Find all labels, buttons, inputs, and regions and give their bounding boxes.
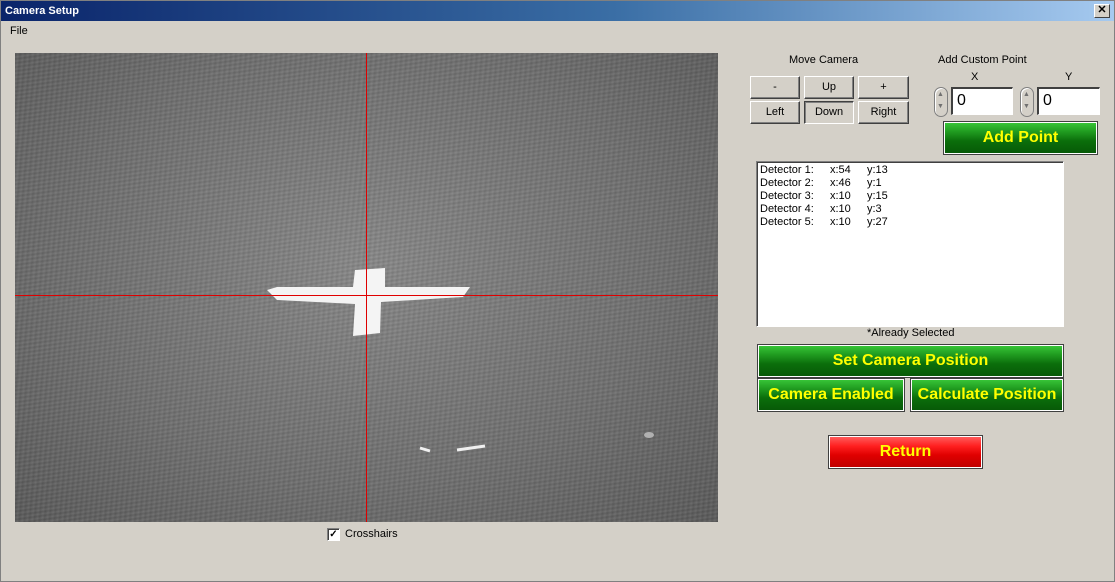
x-spinner[interactable]: ▲ ▼ — [934, 87, 948, 117]
move-up-button[interactable]: Up — [804, 76, 854, 99]
spin-up-icon[interactable]: ▲ — [1023, 91, 1030, 98]
crosshairs-toggle[interactable]: ✓ Crosshairs — [327, 527, 398, 541]
zoom-in-button[interactable]: + — [858, 76, 909, 99]
y-input[interactable]: 0 — [1037, 87, 1100, 115]
list-item[interactable]: Detector 5: x:10 y:27 — [760, 216, 1060, 229]
title-bar: Camera Setup ✕ — [1, 1, 1114, 21]
move-down-button[interactable]: Down — [804, 101, 854, 124]
calculate-position-button[interactable]: Calculate Position — [910, 378, 1064, 412]
crosshairs-label: Crosshairs — [345, 528, 398, 540]
camera-enabled-button[interactable]: Camera Enabled — [757, 378, 905, 412]
crosshair-horizontal — [15, 295, 718, 296]
move-right-button[interactable]: Right — [858, 101, 909, 124]
already-selected-note: *Already Selected — [867, 327, 955, 339]
menu-bar: File — [1, 22, 1114, 40]
crosshair-vertical — [366, 53, 367, 522]
camera-feed[interactable] — [15, 53, 718, 522]
spin-down-icon[interactable]: ▼ — [1023, 103, 1030, 110]
list-item[interactable]: Detector 4: x:10 y:3 — [760, 203, 1060, 216]
list-item[interactable]: Detector 2: x:46 y:1 — [760, 177, 1060, 190]
move-camera-title: Move Camera — [789, 54, 859, 66]
list-item[interactable]: Detector 3: x:10 y:15 — [760, 190, 1060, 203]
x-input[interactable]: 0 — [951, 87, 1013, 115]
spin-down-icon[interactable]: ▼ — [937, 103, 944, 110]
custom-point-title: Add Custom Point — [938, 54, 1027, 66]
detector-list[interactable]: Detector 1: x:54 y:13 Detector 2: x:46 y… — [756, 161, 1064, 327]
return-button[interactable]: Return — [828, 435, 983, 469]
set-camera-position-button[interactable]: Set Camera Position — [757, 344, 1064, 378]
close-button[interactable]: ✕ — [1094, 4, 1110, 18]
crosshairs-checkbox[interactable]: ✓ — [327, 527, 340, 541]
y-label: Y — [1065, 71, 1073, 83]
move-left-button[interactable]: Left — [750, 101, 800, 124]
add-point-button[interactable]: Add Point — [943, 121, 1098, 155]
window-title: Camera Setup — [5, 5, 79, 17]
x-label: X — [971, 71, 979, 83]
zoom-out-button[interactable]: - — [750, 76, 800, 99]
y-spinner[interactable]: ▲ ▼ — [1020, 87, 1034, 117]
camera-setup-window: Camera Setup ✕ File ✓ Crosshairs Move Ca… — [0, 0, 1115, 582]
spin-up-icon[interactable]: ▲ — [937, 91, 944, 98]
list-item[interactable]: Detector 1: x:54 y:13 — [760, 164, 1060, 177]
menu-file[interactable]: File — [10, 25, 28, 37]
